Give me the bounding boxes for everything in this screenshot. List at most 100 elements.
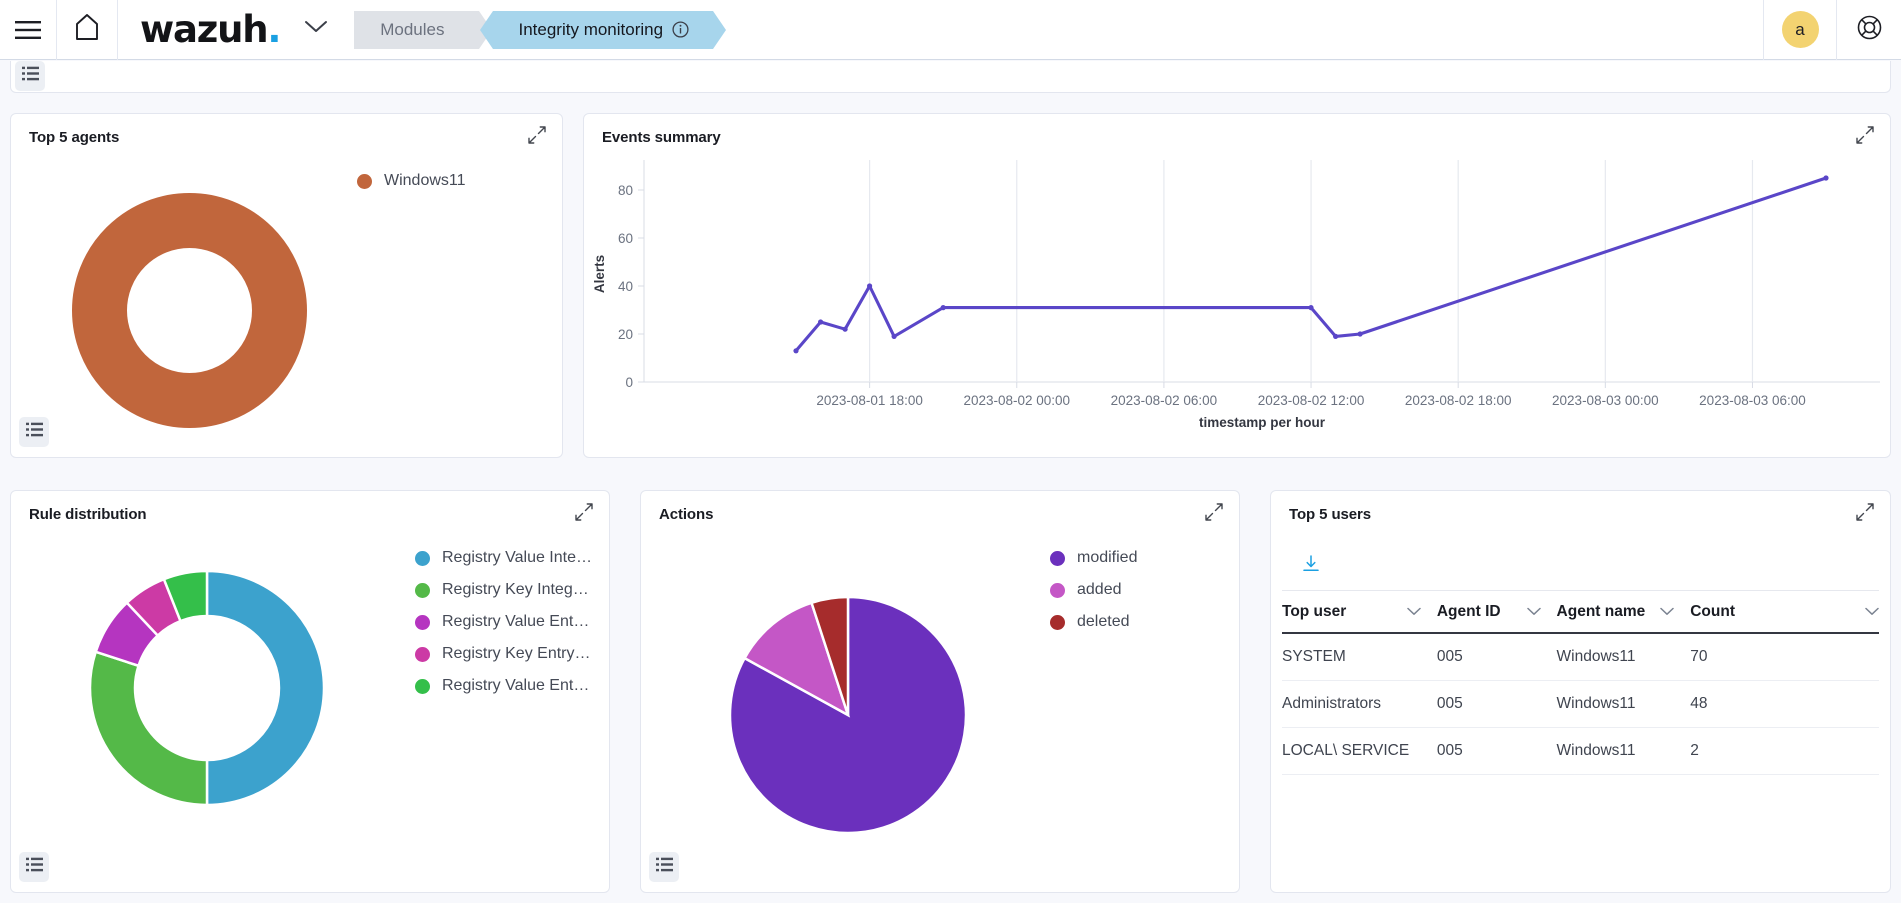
expand-button-actions[interactable] [1203,502,1225,525]
y-tick-label: 0 [625,375,633,390]
breadcrumb-item-integrity-monitoring[interactable]: Integrity monitoring [479,10,726,49]
cell-top-user: LOCAL\ SERVICE [1282,727,1437,775]
data-point[interactable] [842,326,848,332]
column-header-count[interactable]: Count [1690,590,1879,634]
legend-toggle-button-top-5-agents[interactable] [19,417,49,447]
info-circle-icon[interactable] [672,21,689,38]
chevron-down-icon[interactable] [1407,603,1421,621]
data-point[interactable] [867,283,873,289]
legend-item[interactable]: Registry Value Integ... [415,549,592,567]
download-button-top-5-users[interactable] [1298,553,1324,579]
chart-events-summary-line[interactable]: 0 20 40 60 80 Alerts 2023-08-01 18:00 2023-08-0… [584,114,1890,457]
expand-icon [527,125,547,150]
legend-toggle-button[interactable] [15,61,45,91]
data-point[interactable] [818,319,824,325]
legend-item[interactable]: Windows11 [357,172,466,190]
legend-list-icon [655,857,673,877]
chevron-down-icon[interactable] [1865,603,1879,621]
legend-top-5-agents: Windows11 [357,172,466,203]
expand-icon [1855,502,1875,527]
legend-toggle-button-rule-distribution[interactable] [19,852,49,882]
chevron-down-icon[interactable] [1660,603,1674,621]
help-lifebuoy-icon [1857,15,1882,45]
legend-item[interactable]: Registry Key Entry ... [415,645,592,663]
panel-title-top-5-agents: Top 5 agents [29,129,120,146]
panel-title-actions: Actions [659,506,714,523]
legend-list-icon [25,422,43,442]
breadcrumb-item-modules[interactable]: Modules [354,10,492,49]
legend-toggle-button-actions[interactable] [649,852,679,882]
legend-item-label: deleted [1077,613,1130,630]
table-row[interactable]: SYSTEM 005 Windows11 70 [1282,633,1879,681]
legend-item[interactable]: deleted [1050,613,1137,631]
column-label-agent-id: Agent ID [1436,603,1501,620]
expand-button-rule-distribution[interactable] [573,502,595,525]
cell-agent-name: Windows11 [1556,633,1691,681]
cell-count: 70 [1690,633,1879,681]
legend-color-dot [415,678,430,694]
chart-rule-distribution-donut[interactable] [62,543,352,833]
home-icon [74,13,100,46]
legend-list-icon [21,66,39,86]
table-header-row: Top user Agent ID Agent name Count [1282,590,1879,634]
legend-color-dot [415,582,430,598]
x-tick-label: 2023-08-02 18:00 [1405,393,1512,408]
hamburger-menu-icon [15,20,41,39]
legend-color-dot [1050,550,1065,566]
data-point[interactable] [1308,305,1314,311]
wazuh-logo[interactable]: wazuh. [118,0,281,60]
x-tick-label: 2023-08-03 06:00 [1699,393,1806,408]
pie-slice[interactable] [88,650,209,807]
table-row[interactable]: Administrators 005 Windows11 48 [1282,680,1879,728]
data-point[interactable] [793,348,799,354]
legend-color-dot [415,614,430,630]
legend-item[interactable]: Registry Value Entry... [415,677,592,695]
y-tick-label: 60 [618,231,633,246]
legend-item-label: added [1077,581,1122,598]
x-tick-label: 2023-08-02 06:00 [1111,393,1218,408]
column-label-top-user: Top user [1282,603,1347,620]
chevron-down-icon[interactable] [1526,603,1541,621]
table-row[interactable]: LOCAL\ SERVICE 005 Windows11 2 [1282,727,1879,775]
data-point[interactable] [1823,175,1829,181]
app-header: wazuh. Modules Integrity monitoring a [0,0,1901,60]
pie-slice[interactable] [205,569,326,807]
chart-actions-pie[interactable] [703,570,993,860]
help-button[interactable] [1837,0,1901,60]
column-label-agent-name: Agent name [1556,603,1646,620]
breadcrumb-active-label: Integrity monitoring [518,19,664,39]
legend-actions: modified added deleted [1050,549,1137,645]
legend-item[interactable]: Registry Key Integrit... [415,581,592,599]
cell-agent-id: 005 [1436,727,1557,775]
column-header-top-user[interactable]: Top user [1282,590,1437,634]
chevron-down-icon [304,20,328,39]
chart-top-5-agents-donut[interactable] [72,193,307,428]
download-icon [1301,554,1321,579]
data-point[interactable] [1333,333,1339,339]
legend-color-dot [415,550,430,566]
legend-item[interactable]: added [1050,581,1137,599]
avatar-initial: a [1795,19,1805,39]
data-point[interactable] [891,333,897,339]
data-point[interactable] [1357,331,1363,337]
legend-color-dot [1050,614,1065,630]
avatar-button[interactable]: a [1764,0,1836,60]
column-header-agent-name[interactable]: Agent name [1556,590,1691,634]
cell-agent-id: 005 [1436,633,1557,681]
table-body: SYSTEM 005 Windows11 70 Administrators 005 Win… [1282,633,1879,775]
y-tick-label: 20 [618,327,633,342]
header-right-controls: a [1763,0,1901,60]
hamburger-menu-button[interactable] [0,0,56,60]
column-header-agent-id[interactable]: Agent ID [1436,590,1557,634]
logo-dropdown-button[interactable] [288,0,344,60]
cell-top-user: SYSTEM [1282,633,1437,681]
y-tick-label: 40 [618,279,633,294]
home-button[interactable] [57,0,117,60]
legend-color-dot [357,173,372,189]
expand-button-top-5-users[interactable] [1854,502,1876,527]
expand-button-top-5-agents[interactable] [526,125,548,150]
legend-item[interactable]: modified [1050,549,1137,567]
logo-text: wazuh [140,8,269,51]
legend-item[interactable]: Registry Value Entry... [415,613,592,631]
data-point[interactable] [940,305,946,311]
